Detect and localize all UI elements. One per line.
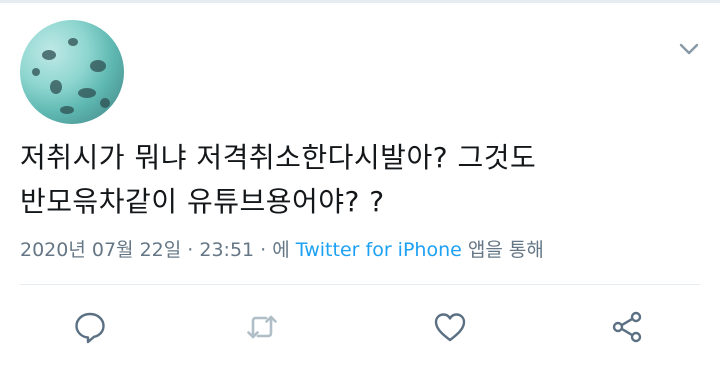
like-button[interactable] [432,309,468,345]
via-prefix: 에 [272,239,296,261]
action-divider [20,284,700,285]
avatar[interactable] [20,20,124,124]
avatar-texture [60,106,74,114]
avatar-texture [32,68,40,76]
share-button[interactable] [610,309,646,345]
reply-button[interactable] [72,309,108,345]
avatar-texture [50,80,62,94]
tweet-text-line: 저취시가 뭐냐 저격취소한다시발아? 그것도 [20,141,537,174]
avatar-texture [100,98,110,108]
meta-separator: · [254,239,273,261]
chevron-down-icon[interactable] [676,36,702,62]
avatar-texture [90,60,106,72]
client-link[interactable]: Twitter for iPhone [296,239,462,261]
retweet-button[interactable] [244,309,280,345]
top-divider [0,0,720,3]
avatar-texture [78,88,96,98]
avatar-texture [68,38,78,46]
tweet-text: 저취시가 뭐냐 저격취소한다시발아? 그것도 반모윾차같이 유튜브용어야? ? [20,136,700,224]
via-suffix: 앱을 통해 [461,239,544,261]
tweet-date[interactable]: 2020년 07월 22일 [20,239,181,261]
meta-separator: · [181,239,200,261]
heart-icon [434,313,466,342]
tweet-text-line: 반모윾차같이 유튜브용어야? ? [20,185,385,218]
retweet-icon [247,315,277,339]
tweet-time[interactable]: 23:51 [199,239,254,261]
reply-icon [75,312,105,344]
tweet-meta: 2020년 07월 22일 · 23:51 · 에 Twitter for iP… [20,235,710,262]
share-icon [612,311,642,343]
avatar-texture [42,50,56,60]
